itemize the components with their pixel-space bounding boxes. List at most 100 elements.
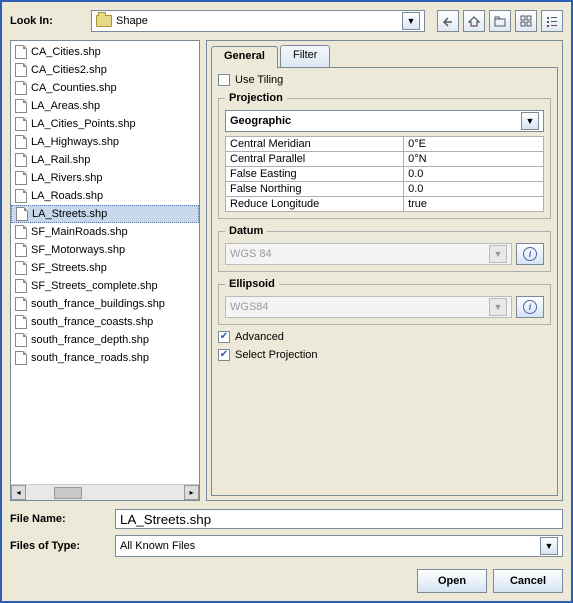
file-icon (16, 207, 28, 221)
projection-params-table: Central Meridian0°ECentral Parallel0°NFa… (225, 136, 544, 212)
file-label: LA_Roads.shp (31, 190, 103, 202)
projection-group: Projection Geographic ▼ Central Meridian… (218, 92, 551, 219)
scroll-left-icon[interactable]: ◂ (11, 485, 26, 500)
home-icon[interactable] (463, 10, 485, 32)
scroll-thumb[interactable] (54, 487, 82, 499)
param-value[interactable]: 0°N (404, 152, 544, 167)
filetype-value: All Known Files (120, 540, 195, 552)
tab-filter[interactable]: Filter (280, 45, 330, 67)
file-label: south_france_roads.shp (31, 352, 149, 364)
file-label: LA_Cities_Points.shp (31, 118, 136, 130)
main-area: CA_Cities.shpCA_Cities2.shp CA_Counties.s… (10, 40, 563, 501)
list-item[interactable]: LA_Areas.shp (11, 97, 199, 115)
file-icon (15, 171, 27, 185)
param-name: False Northing (226, 182, 404, 197)
list-item[interactable]: SF_Motorways.shp (11, 241, 199, 259)
list-item[interactable]: SF_Streets.shp (11, 259, 199, 277)
file-icon (15, 153, 27, 167)
lookin-label: Look In: (10, 15, 85, 27)
list-item[interactable]: CA_Counties.shp (11, 79, 199, 97)
list-item[interactable]: SF_MainRoads.shp (11, 223, 199, 241)
list-item[interactable]: LA_Rivers.shp (11, 169, 199, 187)
tab-body-general: Use Tiling Projection Geographic ▼ Centr… (211, 67, 558, 496)
details-view-icon[interactable] (541, 10, 563, 32)
file-icon (15, 243, 27, 257)
file-list[interactable]: CA_Cities.shpCA_Cities2.shp CA_Counties.s… (11, 41, 199, 484)
checkbox-icon: ✔ (218, 331, 230, 343)
tab-bar: General Filter (211, 45, 558, 67)
file-label: LA_Rail.shp (31, 154, 90, 166)
file-icon (15, 351, 27, 365)
scroll-right-icon[interactable]: ▸ (184, 485, 199, 500)
filename-label: File Name: (10, 513, 115, 525)
file-label: LA_Streets.shp (32, 208, 107, 220)
use-tiling-checkbox[interactable]: Use Tiling (218, 74, 551, 86)
tab-general[interactable]: General (211, 46, 278, 68)
advanced-checkbox[interactable]: ✔ Advanced (218, 331, 551, 343)
checkbox-icon (218, 74, 230, 86)
list-item[interactable]: CA_Cities2.shp (11, 61, 199, 79)
lookin-value: Shape (116, 15, 148, 27)
file-icon (15, 63, 27, 77)
chevron-down-icon[interactable]: ▼ (402, 12, 420, 30)
file-icon (15, 45, 27, 59)
file-icon (15, 135, 27, 149)
file-label: LA_Rivers.shp (31, 172, 103, 184)
list-item[interactable]: south_france_coasts.shp (11, 313, 199, 331)
param-value[interactable]: true (404, 197, 544, 212)
file-icon (15, 261, 27, 275)
file-label: south_france_coasts.shp (31, 316, 153, 328)
list-item[interactable]: LA_Rail.shp (11, 151, 199, 169)
bottom-area: File Name: Files of Type: All Known File… (10, 509, 563, 593)
chevron-down-icon: ▼ (489, 298, 507, 316)
table-row: Reduce Longitudetrue (226, 197, 544, 212)
list-item[interactable]: LA_Cities_Points.shp (11, 115, 199, 133)
file-icon (15, 279, 27, 293)
ellipsoid-legend: Ellipsoid (225, 278, 279, 290)
lookin-combo[interactable]: Shape ▼ (91, 10, 425, 32)
list-item[interactable]: LA_Streets.shp (11, 205, 199, 223)
list-item[interactable]: south_france_buildings.shp (11, 295, 199, 313)
param-value[interactable]: 0.0 (404, 167, 544, 182)
open-button[interactable]: Open (417, 569, 487, 593)
filetype-combo[interactable]: All Known Files ▼ (115, 535, 563, 557)
list-item[interactable]: LA_Highways.shp (11, 133, 199, 151)
filename-row: File Name: (10, 509, 563, 529)
projection-legend: Projection (225, 92, 287, 104)
file-label: LA_Highways.shp (31, 136, 119, 148)
up-one-level-icon[interactable] (437, 10, 459, 32)
new-folder-icon[interactable] (489, 10, 511, 32)
info-icon: i (523, 300, 537, 314)
datum-info-button[interactable]: i (516, 243, 544, 265)
list-item[interactable]: SF_Streets_complete.shp (11, 277, 199, 295)
select-projection-label: Select Projection (235, 349, 318, 361)
ellipsoid-info-button[interactable]: i (516, 296, 544, 318)
list-item[interactable]: south_france_depth.shp (11, 331, 199, 349)
chevron-down-icon[interactable]: ▼ (521, 112, 539, 130)
table-row: False Easting0.0 (226, 167, 544, 182)
file-label: CA_Counties.shp (31, 82, 117, 94)
filename-input[interactable] (115, 509, 563, 529)
datum-combo: WGS 84 ▼ (225, 243, 512, 265)
ellipsoid-combo: WGS84 ▼ (225, 296, 512, 318)
cancel-button[interactable]: Cancel (493, 569, 563, 593)
param-value[interactable]: 0°E (404, 137, 544, 152)
list-item[interactable]: south_france_roads.shp (11, 349, 199, 367)
file-icon (15, 189, 27, 203)
file-icon (15, 225, 27, 239)
chevron-down-icon[interactable]: ▼ (540, 537, 558, 555)
list-item[interactable]: CA_Cities.shp (11, 43, 199, 61)
ellipsoid-value: WGS84 (230, 301, 269, 313)
filetype-label: Files of Type: (10, 540, 115, 552)
list-view-icon[interactable] (515, 10, 537, 32)
param-value[interactable]: 0.0 (404, 182, 544, 197)
list-item[interactable]: LA_Roads.shp (11, 187, 199, 205)
folder-icon (96, 15, 112, 27)
datum-group: Datum WGS 84 ▼ i (218, 225, 551, 272)
info-icon: i (523, 247, 537, 261)
h-scrollbar[interactable]: ◂ ▸ (11, 484, 199, 500)
file-icon (15, 81, 27, 95)
select-projection-checkbox[interactable]: ✔ Select Projection (218, 349, 551, 361)
projection-combo[interactable]: Geographic ▼ (225, 110, 544, 132)
table-row: Central Parallel0°N (226, 152, 544, 167)
